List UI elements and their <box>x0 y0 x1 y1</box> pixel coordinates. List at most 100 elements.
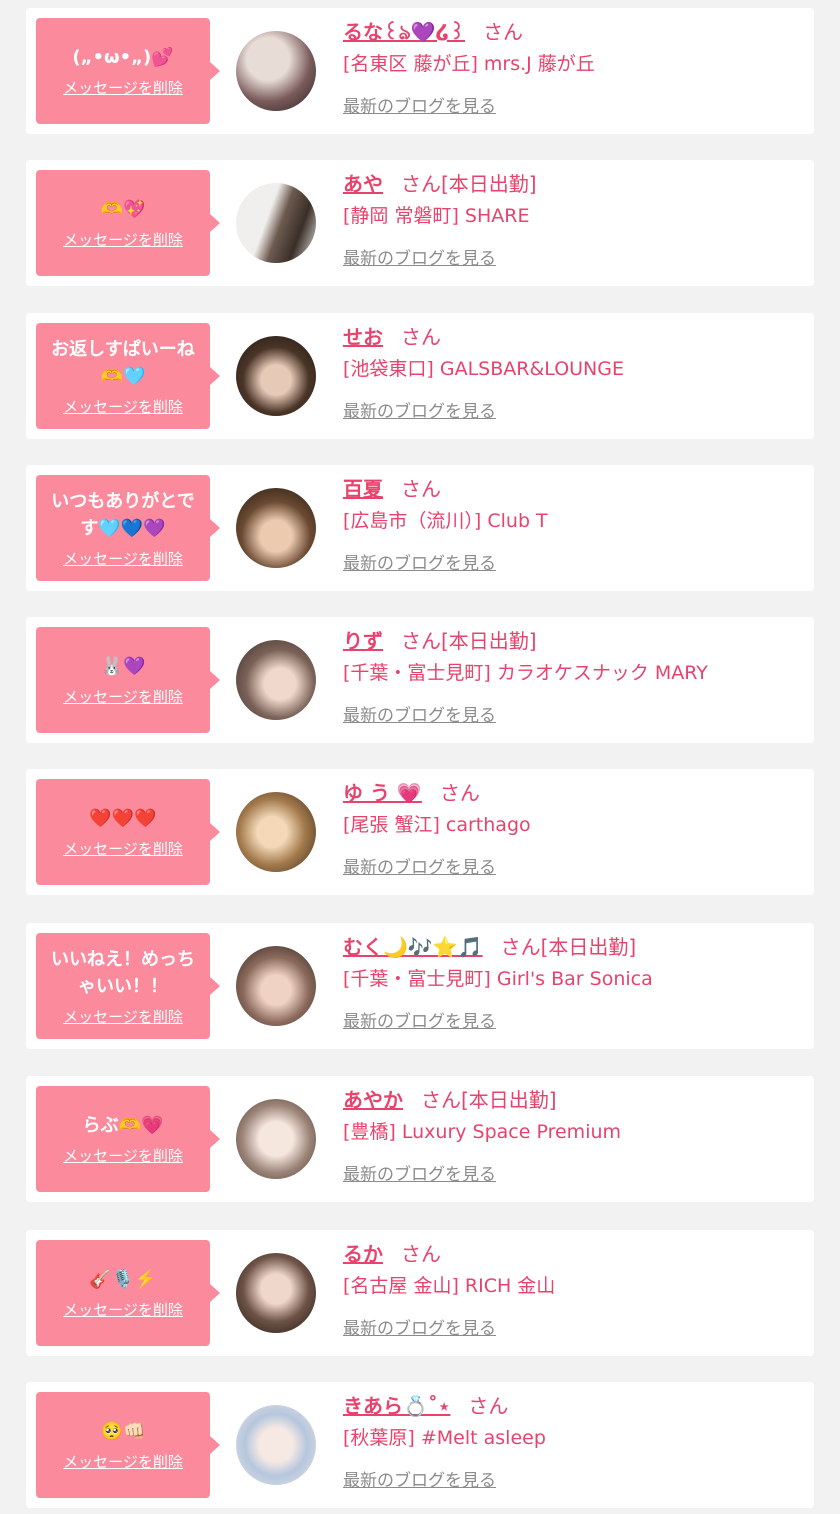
delete-message-link[interactable]: メッセージを削除 <box>63 1145 183 1166</box>
profile-name-link[interactable]: あやか <box>343 1088 403 1112</box>
honorific: さん <box>421 1088 461 1112</box>
message-bubble: („•ω•„)💕 メッセージを削除 <box>36 18 220 124</box>
list-item: いつもありがとです🩵💙💜 メッセージを削除 百夏 さん [広島市（流川）] Clu… <box>26 465 814 591</box>
delete-message-link[interactable]: メッセージを削除 <box>63 838 183 859</box>
delete-message-link[interactable]: メッセージを削除 <box>63 229 183 250</box>
latest-blog-link[interactable]: 最新のブログを見る <box>343 701 496 726</box>
name-line: あや さん[本日出勤] <box>343 170 804 198</box>
avatar[interactable] <box>236 1253 316 1333</box>
message-bubble: 🐰💜 メッセージを削除 <box>36 627 220 733</box>
work-status: [本日出勤] <box>441 172 537 196</box>
list-item: („•ω•„)💕 メッセージを削除 るな꒰ঌ💜໒꒱ さん [名東区 藤が丘] mr… <box>26 8 814 134</box>
avatar[interactable] <box>236 640 316 720</box>
profile-info: るか さん [名古屋 金山] RICH 金山 最新のブログを見る <box>343 1240 804 1339</box>
delete-message-link[interactable]: メッセージを削除 <box>63 548 183 569</box>
message-text: いいねえ！めっちゃいい！！ <box>51 948 195 997</box>
latest-blog-link[interactable]: 最新のブログを見る <box>343 549 496 574</box>
shop-info: [名古屋 金山] RICH 金山 <box>343 1275 556 1297</box>
message-bubble: いいねえ！めっちゃいい！！ メッセージを削除 <box>36 933 220 1039</box>
profile-info: あや さん[本日出勤] [静岡 常磐町] SHARE 最新のブログを見る <box>343 170 804 269</box>
profile-info: きあら💍˚⋆ さん [秋葉原] #Melt asleep 最新のブログを見る <box>343 1392 804 1491</box>
latest-blog-link[interactable]: 最新のブログを見る <box>343 244 496 269</box>
message-bubble: 🎸🎙️⚡️ メッセージを削除 <box>36 1240 220 1346</box>
work-status: [本日出勤] <box>540 935 637 959</box>
list-item: いいねえ！めっちゃいい！！ メッセージを削除 むく🌙🎶⭐️🎵 さん[本日出勤] [… <box>26 923 814 1049</box>
message-bubble: 🫶💖 メッセージを削除 <box>36 170 220 276</box>
avatar[interactable] <box>236 792 316 872</box>
message-bubble: ❤️❤️❤️ メッセージを削除 <box>36 779 220 885</box>
name-line: るな꒰ঌ💜໒꒱ さん <box>343 18 804 46</box>
avatar[interactable] <box>236 183 316 263</box>
honorific: さん <box>401 1242 441 1266</box>
delete-message-link[interactable]: メッセージを削除 <box>63 686 183 707</box>
list-item: お返しすぱいーね🫶🩵 メッセージを削除 せお さん [池袋東口] GALSBAR&… <box>26 313 814 439</box>
profile-info: ゆ う 💗 さん [尾張 蟹江] carthago 最新のブログを見る <box>343 779 804 878</box>
message-text: 🐰💜 <box>100 656 146 677</box>
avatar[interactable] <box>236 1405 316 1485</box>
list-item: 🥺👊🏻 メッセージを削除 きあら💍˚⋆ さん [秋葉原] #Melt asleep… <box>26 1382 814 1508</box>
latest-blog-link[interactable]: 最新のブログを見る <box>343 1466 496 1491</box>
honorific: さん <box>500 935 541 959</box>
name-line: きあら💍˚⋆ さん <box>343 1392 804 1420</box>
profile-name-link[interactable]: せお <box>343 325 383 349</box>
latest-blog-link[interactable]: 最新のブログを見る <box>343 1160 496 1185</box>
avatar[interactable] <box>236 946 316 1026</box>
profile-name-link[interactable]: 百夏 <box>343 477 383 501</box>
message-bubble: 🥺👊🏻 メッセージを削除 <box>36 1392 220 1498</box>
profile-info: るな꒰ঌ💜໒꒱ さん [名東区 藤が丘] mrs.J 藤が丘 最新のブログを見る <box>343 18 804 117</box>
profile-info: せお さん [池袋東口] GALSBAR&LOUNGE 最新のブログを見る <box>343 323 804 422</box>
shop-info: [池袋東口] GALSBAR&LOUNGE <box>343 358 624 380</box>
honorific: さん <box>401 477 441 501</box>
name-line: ゆ う 💗 さん <box>343 779 804 807</box>
honorific: さん <box>401 172 441 196</box>
honorific: さん <box>468 1394 509 1418</box>
latest-blog-link[interactable]: 最新のブログを見る <box>343 1007 496 1032</box>
shop-info: [千葉・富士見町] Girl's Bar Sonica <box>343 968 653 990</box>
profile-name-link[interactable]: ゆ う 💗 <box>343 781 422 805</box>
profile-name-link[interactable]: きあら💍˚⋆ <box>343 1394 450 1418</box>
list-item: 🎸🎙️⚡️ メッセージを削除 るか さん [名古屋 金山] RICH 金山 最新の… <box>26 1230 814 1356</box>
delete-message-link[interactable]: メッセージを削除 <box>63 77 183 98</box>
delete-message-link[interactable]: メッセージを削除 <box>63 1006 183 1027</box>
message-text: いつもありがとです🩵💙💜 <box>51 490 195 539</box>
avatar[interactable] <box>236 31 316 111</box>
name-line: あやか さん[本日出勤] <box>343 1086 804 1114</box>
message-text: らぶ🫶💗 <box>82 1115 164 1136</box>
work-status: [本日出勤] <box>461 1088 557 1112</box>
message-text: ❤️❤️❤️ <box>89 808 157 829</box>
profile-name-link[interactable]: りず <box>343 629 383 653</box>
shop-info: [豊橋] Luxury Space Premium <box>343 1121 622 1143</box>
message-text: 🎸🎙️⚡️ <box>89 1269 157 1290</box>
shop-info: [千葉・富士見町] カラオケスナック MARY <box>343 662 708 684</box>
profile-info: りず さん[本日出勤] [千葉・富士見町] カラオケスナック MARY 最新のブロ… <box>343 627 804 726</box>
message-text: 🥺👊🏻 <box>100 1421 146 1442</box>
profile-name-link[interactable]: あや <box>343 172 383 196</box>
avatar[interactable] <box>236 488 316 568</box>
message-bubble: お返しすぱいーね🫶🩵 メッセージを削除 <box>36 323 220 429</box>
avatar[interactable] <box>236 336 316 416</box>
shop-info: [尾張 蟹江] carthago <box>343 814 531 836</box>
delete-message-link[interactable]: メッセージを削除 <box>63 1451 183 1472</box>
profile-name-link[interactable]: るか <box>343 1242 383 1266</box>
profile-name-link[interactable]: るな꒰ঌ💜໒꒱ <box>343 20 465 44</box>
honorific: さん <box>401 629 441 653</box>
delete-message-link[interactable]: メッセージを削除 <box>63 396 183 417</box>
profile-info: あやか さん[本日出勤] [豊橋] Luxury Space Premium 最新… <box>343 1086 804 1185</box>
message-text: お返しすぱいーね🫶🩵 <box>51 338 195 387</box>
shop-info: [名東区 藤が丘] mrs.J 藤が丘 <box>343 53 595 75</box>
latest-blog-link[interactable]: 最新のブログを見る <box>343 397 496 422</box>
message-bubble: らぶ🫶💗 メッセージを削除 <box>36 1086 220 1192</box>
avatar[interactable] <box>236 1099 316 1179</box>
message-bubble: いつもありがとです🩵💙💜 メッセージを削除 <box>36 475 220 581</box>
message-text: 🫶💖 <box>100 199 146 220</box>
delete-message-link[interactable]: メッセージを削除 <box>63 1299 183 1320</box>
latest-blog-link[interactable]: 最新のブログを見る <box>343 853 496 878</box>
work-status: [本日出勤] <box>441 629 537 653</box>
name-line: せお さん <box>343 323 804 351</box>
name-line: むく🌙🎶⭐️🎵 さん[本日出勤] <box>343 933 804 961</box>
profile-name-link[interactable]: むく🌙🎶⭐️🎵 <box>343 935 483 959</box>
honorific: さん <box>439 781 480 805</box>
latest-blog-link[interactable]: 最新のブログを見る <box>343 92 496 117</box>
latest-blog-link[interactable]: 最新のブログを見る <box>343 1314 496 1339</box>
list-item: ❤️❤️❤️ メッセージを削除 ゆ う 💗 さん [尾張 蟹江] carthago… <box>26 769 814 895</box>
